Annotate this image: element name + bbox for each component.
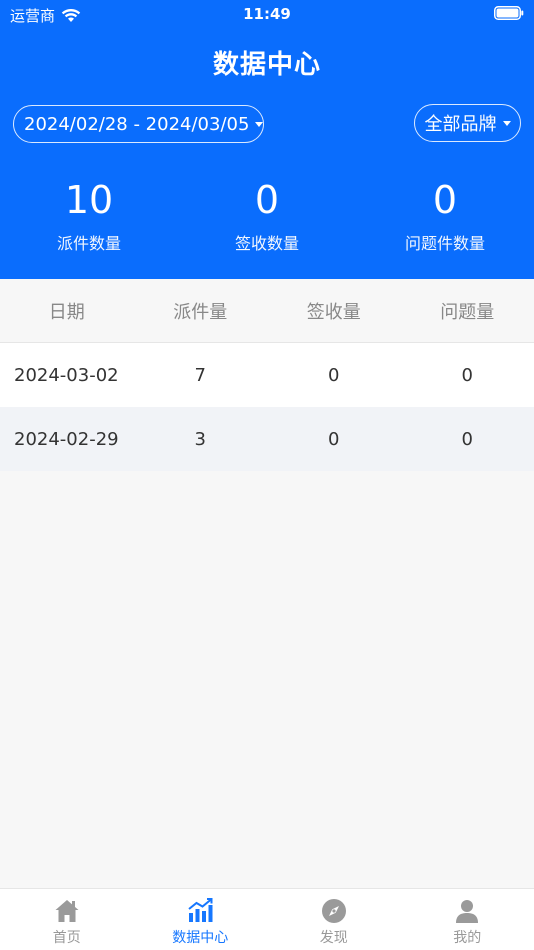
table-header: 日期 派件量 签收量 问题量 xyxy=(0,279,534,343)
cell-dispatched: 3 xyxy=(194,428,206,450)
chevron-down-icon xyxy=(502,120,511,126)
stat-problem: 0 问题件数量 xyxy=(356,178,534,254)
brand-filter-label: 全部品牌 xyxy=(424,114,497,135)
stat-value: 10 xyxy=(64,178,114,222)
status-bar: 运营商 11:49 xyxy=(0,0,534,28)
date-range-selector[interactable]: 2024/02/28 - 2024/03/05 xyxy=(13,105,264,143)
header-panel: 运营商 11:49 数据中心 2024/02/28 - 2024/03/05 全… xyxy=(0,0,534,279)
cell-signed: 0 xyxy=(328,428,340,450)
column-header-problem: 问题量 xyxy=(440,301,495,323)
tab-data-center[interactable]: 数据中心 xyxy=(134,889,268,950)
clock: 11:49 xyxy=(243,5,291,23)
brand-filter-selector[interactable]: 全部品牌 xyxy=(414,104,521,142)
chart-icon xyxy=(188,898,213,922)
chevron-down-icon xyxy=(255,121,264,127)
tab-discover[interactable]: 发现 xyxy=(267,889,401,950)
column-header-date: 日期 xyxy=(48,301,85,323)
stat-label: 签收数量 xyxy=(234,234,299,253)
cell-date: 2024-03-02 xyxy=(14,364,119,386)
stat-label: 派件数量 xyxy=(56,234,121,253)
compass-icon xyxy=(321,899,346,923)
user-icon xyxy=(456,900,479,923)
tab-label: 数据中心 xyxy=(172,930,229,946)
tab-mine[interactable]: 我的 xyxy=(401,889,534,950)
cell-problem: 0 xyxy=(461,428,473,450)
tab-label: 首页 xyxy=(52,930,81,946)
stat-value: 0 xyxy=(254,178,280,222)
stat-label: 问题件数量 xyxy=(404,234,485,253)
stat-signed: 0 签收数量 xyxy=(178,178,356,254)
tab-home[interactable]: 首页 xyxy=(0,889,134,950)
column-header-signed: 签收量 xyxy=(306,301,361,323)
stat-dispatched: 10 派件数量 xyxy=(0,178,178,254)
cell-problem: 0 xyxy=(461,364,473,386)
tab-label: 发现 xyxy=(319,930,348,946)
column-header-dispatched: 派件量 xyxy=(173,301,228,323)
home-icon xyxy=(55,900,79,922)
cell-dispatched: 7 xyxy=(194,364,206,386)
cell-date: 2024-02-29 xyxy=(14,428,119,450)
page-title: 数据中心 xyxy=(212,50,321,80)
date-range-label: 2024/02/28 - 2024/03/05 xyxy=(24,113,250,135)
battery-icon xyxy=(494,6,524,20)
cell-signed: 0 xyxy=(328,364,340,386)
table-row[interactable]: 2024-02-29 3 0 0 xyxy=(0,407,534,471)
bottom-tab-bar: 首页 数据中心 发现 我的 xyxy=(0,888,534,950)
tab-label: 我的 xyxy=(453,930,482,946)
table-row[interactable]: 2024-03-02 7 0 0 xyxy=(0,343,534,407)
stat-value: 0 xyxy=(432,178,458,222)
data-table: 日期 派件量 签收量 问题量 2024-03-02 7 0 0 2024-02-… xyxy=(0,279,534,471)
